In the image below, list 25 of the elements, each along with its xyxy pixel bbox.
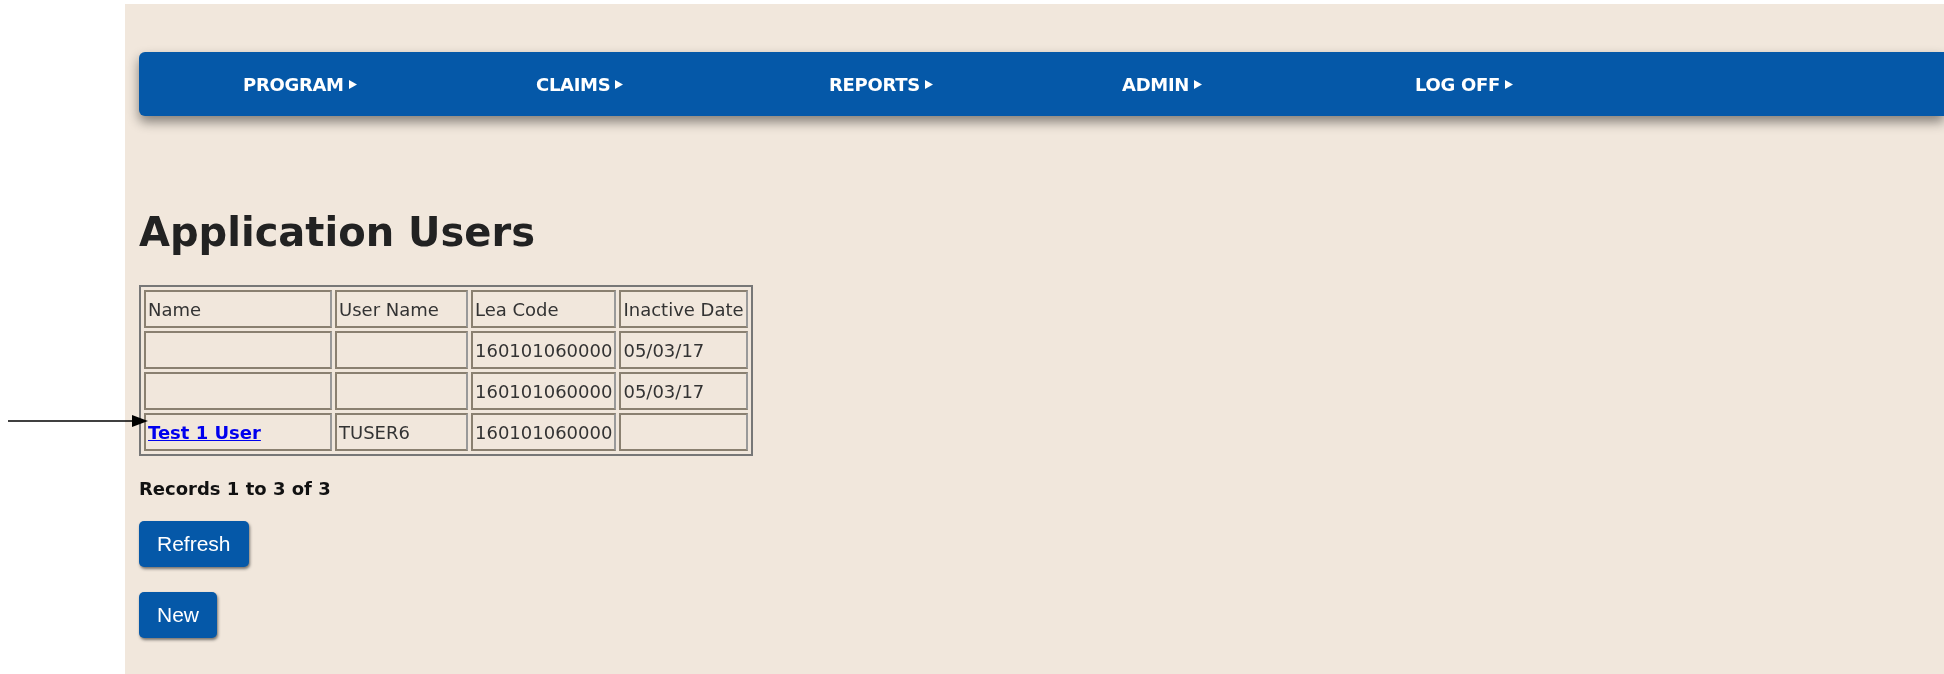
records-count: Records 1 to 3 of 3 — [139, 478, 331, 499]
user-link[interactable]: Test 1 User — [148, 421, 261, 443]
refresh-button[interactable]: Refresh — [139, 521, 249, 567]
column-header: Inactive Date — [619, 290, 748, 328]
column-header: Lea Code — [471, 290, 617, 328]
page-title: Application Users — [139, 209, 535, 255]
table-cell: 160101060000 — [471, 331, 617, 369]
table-cell: 160101060000 — [471, 372, 617, 410]
table-cell: 160101060000 — [471, 413, 617, 451]
nav-menu-item[interactable]: LOG OFF — [1415, 73, 1513, 95]
caret-icon — [924, 79, 933, 89]
nav-menu-item[interactable]: REPORTS — [829, 73, 933, 95]
table-cell: 05/03/17 — [619, 331, 748, 369]
caret-icon — [615, 79, 624, 89]
caret-icon — [1504, 79, 1513, 89]
nav-menu-item[interactable]: CLAIMS — [536, 73, 624, 95]
nav-menu-item[interactable]: PROGRAM — [243, 73, 357, 95]
column-header: Name — [144, 290, 332, 328]
column-header: User Name — [335, 290, 468, 328]
caret-icon — [348, 79, 357, 89]
table-cell: TUSER6 — [335, 413, 468, 451]
new-button[interactable]: New — [139, 592, 217, 638]
table-cell: 05/03/17 — [619, 372, 748, 410]
nav-menu-item[interactable]: ADMIN — [1122, 73, 1203, 95]
caret-icon — [1194, 79, 1203, 89]
